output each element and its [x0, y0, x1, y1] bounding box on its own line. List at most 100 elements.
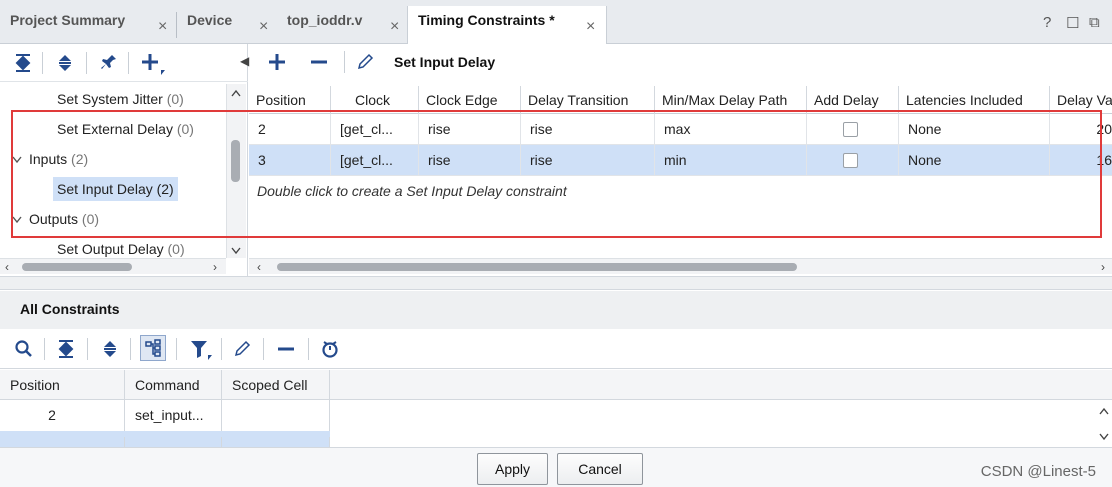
cell-clock[interactable]: [get_cl...	[331, 114, 419, 145]
column-header-add-delay[interactable]: Add Delay	[807, 86, 899, 114]
column-header-delay-transition[interactable]: Delay Transition	[521, 86, 655, 114]
tree-item-set-external-delay[interactable]: Set External Delay (0)	[57, 117, 194, 141]
apply-button[interactable]: Apply	[477, 453, 548, 485]
scroll-right-icon[interactable]: ›	[1101, 260, 1105, 274]
scroll-up-icon[interactable]	[1099, 404, 1109, 418]
scroll-left-icon[interactable]: ‹	[257, 260, 261, 274]
remove-icon[interactable]	[276, 339, 296, 363]
cell-clock-edge[interactable]: rise	[419, 114, 521, 145]
collapse-pane-icon[interactable]: ◀	[240, 54, 249, 68]
restore-icon[interactable]: ⧉	[1089, 14, 1100, 31]
add-icon[interactable]	[141, 52, 165, 80]
filter-icon[interactable]	[189, 339, 213, 365]
all-constraints-toolbar	[0, 329, 1112, 369]
cancel-button[interactable]: Cancel	[557, 453, 643, 485]
group-toggle[interactable]	[140, 335, 166, 361]
column-header-delay-value[interactable]: Delay Va	[1050, 86, 1112, 114]
pane-splitter[interactable]	[0, 276, 1112, 290]
all-constraints-vertical-scrollbar[interactable]	[1096, 400, 1112, 447]
close-icon[interactable]: ×	[390, 18, 399, 36]
column-header-clock-edge[interactable]: Clock Edge	[419, 86, 521, 114]
cell-command: set_input...	[125, 437, 222, 447]
scroll-right-icon[interactable]: ›	[213, 260, 217, 274]
toolbar-separator	[308, 338, 309, 360]
cell-scoped-cell	[222, 400, 330, 431]
column-header-command[interactable]: Command	[125, 370, 222, 400]
close-icon[interactable]: ×	[586, 18, 595, 36]
cell-min-max[interactable]: max	[655, 114, 807, 145]
tree-item-outputs[interactable]: Outputs (0)	[29, 207, 99, 231]
scroll-down-icon[interactable]	[231, 244, 241, 258]
cell-position: 3	[0, 437, 125, 447]
scroll-thumb[interactable]	[277, 263, 797, 271]
tab-top-ioddr[interactable]: top_ioddr.v ×	[277, 6, 407, 44]
tree-item-inputs[interactable]: Inputs (2)	[29, 147, 88, 171]
cell-scoped-cell	[222, 437, 330, 447]
add-delay-checkbox[interactable]	[843, 153, 858, 168]
cell-delay-transition[interactable]: rise	[521, 145, 655, 176]
scroll-down-icon[interactable]	[1099, 430, 1109, 444]
remove-icon[interactable]	[309, 52, 329, 76]
cell-min-max[interactable]: min	[655, 145, 807, 176]
tree-vertical-scrollbar[interactable]	[226, 84, 246, 258]
help-icon[interactable]: ?	[1043, 14, 1051, 31]
column-header-position[interactable]: Position	[249, 86, 331, 114]
cell-clock-edge[interactable]: rise	[419, 145, 521, 176]
column-header-min-max-delay-path[interactable]: Min/Max Delay Path	[655, 86, 807, 114]
cell-add-delay	[807, 145, 899, 176]
tab-device[interactable]: Device ×	[177, 6, 277, 44]
cell-delay-value[interactable]: 16	[1050, 145, 1112, 176]
scroll-thumb[interactable]	[22, 263, 132, 271]
cell-position: 2	[249, 114, 331, 145]
add-icon[interactable]	[267, 52, 287, 76]
column-header-scoped-cell[interactable]: Scoped Cell	[222, 370, 330, 400]
cell-latencies[interactable]: None	[899, 114, 1050, 145]
table-row[interactable]: 3 set_input...	[0, 431, 330, 447]
table-horizontal-scrollbar[interactable]: ‹ ›	[249, 258, 1112, 274]
section-title: All Constraints	[20, 301, 120, 317]
scroll-thumb[interactable]	[231, 140, 240, 182]
chevron-down-icon[interactable]	[12, 153, 22, 167]
close-icon[interactable]: ×	[259, 18, 268, 36]
expand-all-icon[interactable]	[101, 339, 119, 363]
tree-item-count: (2)	[71, 151, 89, 167]
scroll-left-icon[interactable]: ‹	[5, 260, 9, 274]
collapse-all-icon[interactable]	[14, 53, 32, 77]
maximize-icon[interactable]: ☐	[1066, 14, 1079, 32]
table-row[interactable]: 2 set_input...	[0, 400, 330, 431]
tree-item-set-system-jitter[interactable]: Set System Jitter (0)	[57, 87, 184, 111]
toolbar-separator	[86, 52, 87, 74]
collapse-all-icon[interactable]	[57, 339, 75, 363]
close-icon[interactable]: ×	[158, 18, 167, 36]
column-header-position[interactable]: Position	[0, 370, 125, 400]
pin-icon[interactable]	[100, 53, 118, 77]
cell-clock[interactable]: [get_cl...	[331, 145, 419, 176]
column-header-clock[interactable]: Clock	[331, 86, 419, 114]
tab-timing-constraints[interactable]: Timing Constraints * ×	[407, 6, 607, 44]
search-icon[interactable]	[14, 339, 34, 363]
cell-position: 3	[249, 145, 331, 176]
pane-title: Set Input Delay	[394, 54, 496, 70]
toolbar-separator	[176, 338, 177, 360]
scroll-up-icon[interactable]	[231, 86, 241, 100]
tree-item-set-input-delay[interactable]: Set Input Delay (2)	[53, 177, 178, 201]
cell-delay-transition[interactable]: rise	[521, 114, 655, 145]
table-row[interactable]: 2 [get_cl... rise rise max None 20	[249, 114, 1112, 145]
toolbar-separator	[130, 338, 131, 360]
constraint-tree-pane: ◀ Set System Jitter (0) Set External Del…	[0, 44, 249, 276]
create-constraint-hint[interactable]: Double click to create a Set Input Delay…	[257, 183, 567, 199]
cell-add-delay	[807, 114, 899, 145]
table-row[interactable]: 3 [get_cl... rise rise min None 16	[249, 145, 1112, 176]
cell-latencies[interactable]: None	[899, 145, 1050, 176]
timer-icon[interactable]	[320, 339, 340, 363]
cell-delay-value[interactable]: 20	[1050, 114, 1112, 145]
tab-project-summary[interactable]: Project Summary ×	[0, 6, 175, 44]
edit-icon[interactable]	[355, 52, 375, 76]
edit-icon[interactable]	[232, 339, 252, 363]
expand-all-icon[interactable]	[56, 53, 74, 77]
column-header-latencies-included[interactable]: Latencies Included	[899, 86, 1050, 114]
tree-horizontal-scrollbar[interactable]: ‹ ›	[0, 258, 226, 274]
add-delay-checkbox[interactable]	[843, 122, 858, 137]
tab-label: Device	[187, 12, 233, 28]
chevron-down-icon[interactable]	[12, 213, 22, 227]
